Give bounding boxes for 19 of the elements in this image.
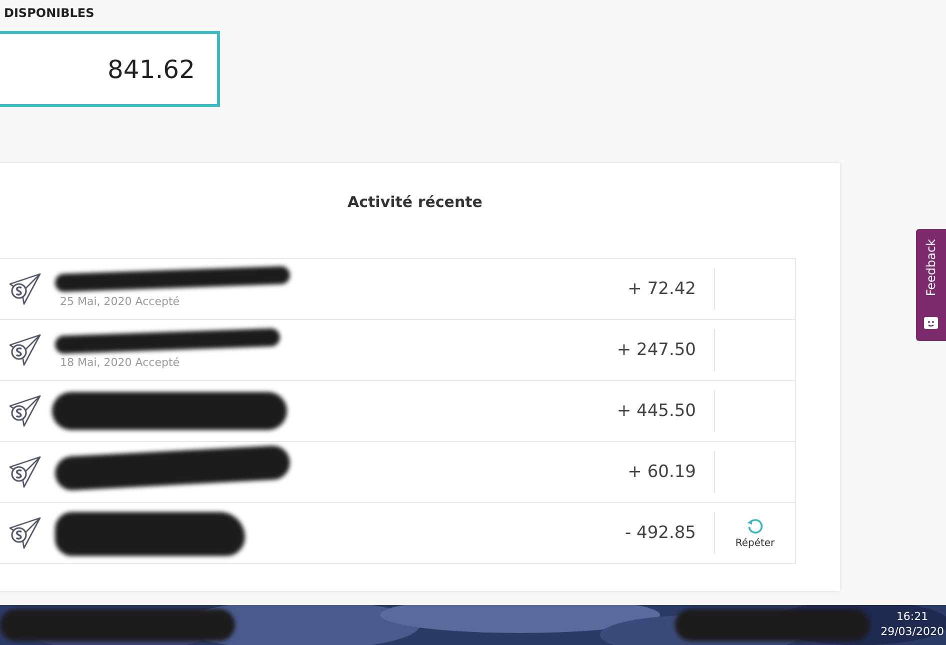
balance-label: DISPONIBLES xyxy=(4,6,94,20)
paper-plane-icon xyxy=(8,272,42,306)
repeat-button[interactable]: Répéter xyxy=(735,517,775,549)
transaction-date: 18 Mai, 2020 Accepté xyxy=(60,356,180,369)
transaction-date: 25 Mai, 2020 Accepté xyxy=(60,295,180,308)
paper-plane-icon xyxy=(8,333,42,367)
transaction-amount: + 72.42 xyxy=(626,279,697,299)
transaction-amount: + 445.50 xyxy=(616,401,697,421)
feedback-tab[interactable]: Feedback xyxy=(916,229,946,341)
transaction-amount: - 492.85 xyxy=(624,523,697,543)
activity-title: Activité récente xyxy=(348,193,482,211)
paper-plane-icon xyxy=(8,516,42,550)
transaction-amount: + 247.50 xyxy=(616,340,697,360)
refresh-icon xyxy=(746,517,764,535)
paper-plane-icon xyxy=(8,394,42,428)
paper-plane-icon xyxy=(8,455,42,489)
balance-amount: 841.62 xyxy=(108,54,195,84)
smiley-icon xyxy=(923,315,939,331)
transaction-amount: + 60.19 xyxy=(626,462,697,482)
